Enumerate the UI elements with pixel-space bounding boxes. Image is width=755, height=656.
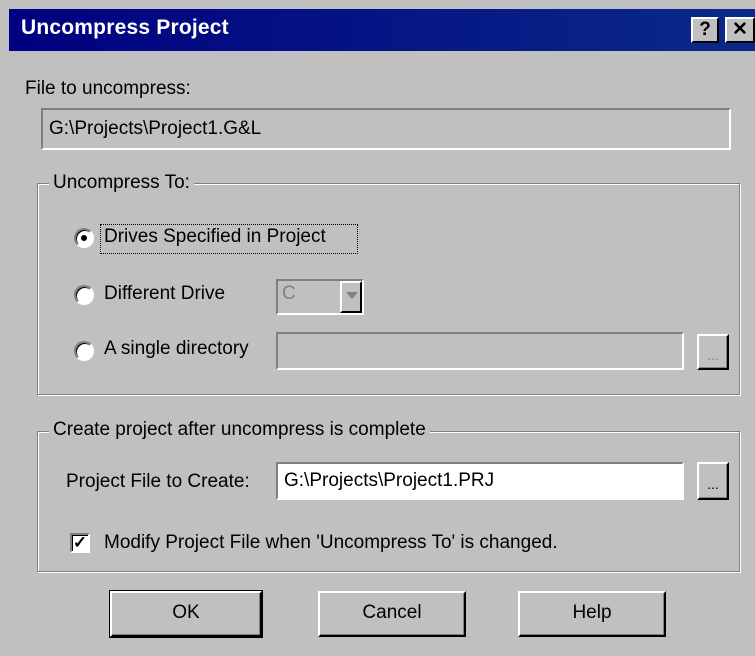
single-directory-field[interactable] [276, 332, 684, 370]
uncompress-to-legend: Uncompress To: [49, 172, 194, 194]
file-to-uncompress-label: File to uncompress: [25, 78, 191, 99]
file-to-uncompress-value: G:\Projects\Project1.G&L [49, 118, 262, 139]
modify-project-label[interactable]: Modify Project File when 'Uncompress To'… [104, 532, 558, 554]
radio-selected-dot [81, 235, 87, 241]
project-file-input[interactable]: G:\Projects\Project1.PRJ [276, 462, 684, 500]
title-bar[interactable]: Uncompress Project ? ✕ [9, 9, 755, 51]
option-single-directory-label[interactable]: A single directory [104, 338, 249, 360]
option-different-drive-label[interactable]: Different Drive [104, 283, 225, 305]
file-to-uncompress-field: G:\Projects\Project1.G&L [41, 108, 731, 150]
close-icon[interactable]: ✕ [725, 17, 755, 43]
cancel-button[interactable]: Cancel [318, 591, 466, 637]
radio-single-directory[interactable] [74, 341, 94, 361]
drive-select[interactable]: C [276, 279, 364, 315]
create-project-legend: Create project after uncompress is compl… [49, 419, 430, 441]
drive-select-value: C [282, 283, 296, 304]
help-icon[interactable]: ? [691, 17, 719, 43]
uncompress-project-dialog: Uncompress Project ? ✕ File to uncompres… [0, 0, 755, 656]
chevron-down-icon[interactable] [340, 281, 362, 313]
ok-button[interactable]: OK [109, 590, 263, 638]
project-file-browse-button[interactable]: ... [697, 462, 729, 500]
modify-project-checkbox[interactable]: ✓ [70, 533, 90, 553]
window-title: Uncompress Project [21, 16, 229, 39]
directory-browse-button[interactable]: ... [697, 334, 729, 370]
project-file-value: G:\Projects\Project1.PRJ [284, 470, 495, 491]
project-file-label: Project File to Create: [66, 471, 250, 492]
help-button[interactable]: Help [518, 591, 666, 637]
option-drives-specified-label[interactable]: Drives Specified in Project [104, 226, 326, 248]
radio-different-drive[interactable] [74, 285, 94, 305]
radio-drives-specified[interactable] [74, 228, 94, 248]
